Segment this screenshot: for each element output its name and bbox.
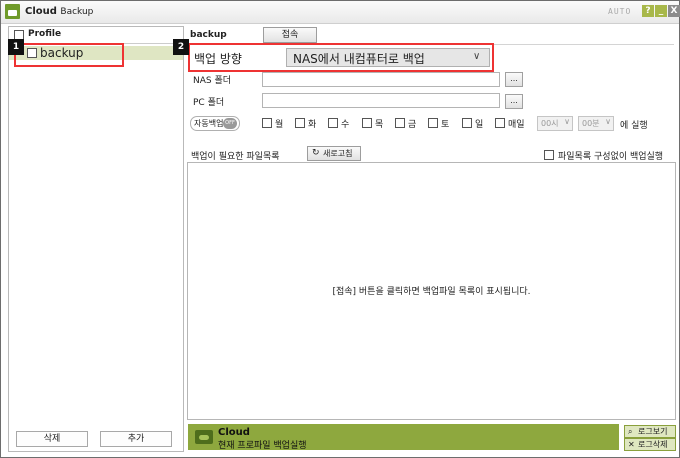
- app-window: Cloud Backup AUTO ? _ X Profile backup 삭…: [0, 0, 680, 458]
- pc-folder-browse-button[interactable]: ...: [505, 94, 523, 109]
- connect-button[interactable]: 접속: [263, 27, 317, 43]
- day-tue-label: 화: [308, 120, 317, 130]
- pc-folder-input[interactable]: [262, 93, 500, 108]
- highlight-box-1: [14, 43, 124, 67]
- log-view-label: 로그보기: [638, 427, 668, 436]
- log-delete-button[interactable]: ✕ 로그삭제: [624, 438, 676, 451]
- auto-indicator: AUTO: [608, 7, 632, 16]
- file-list-message: [접속] 버튼을 클릭하면 백업파일 목록이 표시됩니다.: [332, 287, 531, 297]
- auto-backup-switch: OFF: [223, 118, 237, 129]
- day-every-checkbox[interactable]: [495, 118, 505, 128]
- run-label: 에 실행: [620, 121, 648, 131]
- help-button[interactable]: ?: [642, 5, 654, 17]
- minute-select[interactable]: 00분 ∨: [578, 116, 614, 131]
- app-logo-icon: [5, 4, 20, 19]
- step-badge-1: 1: [8, 39, 24, 55]
- minute-chevron-down-icon: ∨: [605, 117, 611, 126]
- day-fri-label: 금: [408, 120, 417, 130]
- log-delete-label: 로그삭제: [638, 440, 668, 449]
- refresh-button-label: 새로고침: [323, 149, 353, 158]
- hour-chevron-down-icon: ∨: [564, 117, 570, 126]
- day-tue-checkbox[interactable]: [295, 118, 305, 128]
- app-name: Cloud: [25, 6, 57, 17]
- nas-folder-label: NAS 폴더: [193, 76, 232, 86]
- profile-panel: Profile backup 삭제 추가: [8, 26, 184, 452]
- profile-header-label: Profile: [28, 29, 62, 39]
- day-sun-label: 일: [475, 120, 484, 130]
- close-button[interactable]: X: [668, 5, 680, 17]
- day-fri-checkbox[interactable]: [395, 118, 405, 128]
- log-view-button[interactable]: ⌕ 로그보기: [624, 425, 676, 438]
- app-subtitle: Backup: [60, 7, 94, 17]
- day-thu-label: 목: [375, 120, 384, 130]
- day-sun-checkbox[interactable]: [462, 118, 472, 128]
- nas-folder-input[interactable]: [262, 72, 500, 87]
- magnifier-icon: ⌕: [628, 427, 633, 436]
- minute-value: 00분: [582, 119, 600, 128]
- cloud-folder-icon: [195, 430, 213, 444]
- day-mon-label: 월: [275, 120, 284, 130]
- day-mon-checkbox[interactable]: [262, 118, 272, 128]
- file-list-label: 백업이 필요한 파일목록: [191, 152, 280, 162]
- day-thu-checkbox[interactable]: [362, 118, 372, 128]
- delete-x-icon: ✕: [628, 440, 635, 449]
- no-list-label: 파일목록 구성없이 백업실행: [558, 152, 664, 162]
- auto-backup-toggle[interactable]: 자동백업 OFF: [190, 116, 240, 131]
- hour-value: 00시: [541, 119, 559, 128]
- refresh-button[interactable]: ↻ 새로고침: [307, 146, 361, 161]
- highlight-box-2: [188, 43, 494, 72]
- minimize-button[interactable]: _: [655, 5, 667, 17]
- day-sat-checkbox[interactable]: [428, 118, 438, 128]
- day-every-label: 매일: [508, 120, 525, 130]
- status-bar: Cloud 현재 프로파일 백업실행: [188, 424, 619, 451]
- file-list[interactable]: [접속] 버튼을 클릭하면 백업파일 목록이 표시됩니다.: [187, 162, 676, 420]
- delete-profile-button[interactable]: 삭제: [16, 431, 88, 447]
- step-badge-2: 2: [173, 39, 189, 55]
- auto-backup-label: 자동백업: [194, 119, 224, 128]
- day-wed-checkbox[interactable]: [328, 118, 338, 128]
- add-profile-button[interactable]: 추가: [100, 431, 172, 447]
- refresh-icon: ↻: [312, 148, 320, 158]
- status-message: 현재 프로파일 백업실행: [218, 441, 307, 451]
- nas-folder-browse-button[interactable]: ...: [505, 72, 523, 87]
- pc-folder-label: PC 폴더: [193, 98, 225, 108]
- status-title: Cloud: [218, 427, 250, 438]
- no-list-checkbox[interactable]: [544, 150, 554, 160]
- profile-name-label: backup: [190, 30, 227, 40]
- hour-select[interactable]: 00시 ∨: [537, 116, 573, 131]
- day-wed-label: 수: [341, 120, 350, 130]
- app-title: Cloud Backup: [25, 6, 93, 17]
- title-bar: Cloud Backup AUTO ? _ X: [1, 1, 680, 24]
- day-sat-label: 토: [441, 120, 450, 130]
- profile-header: Profile: [9, 27, 183, 44]
